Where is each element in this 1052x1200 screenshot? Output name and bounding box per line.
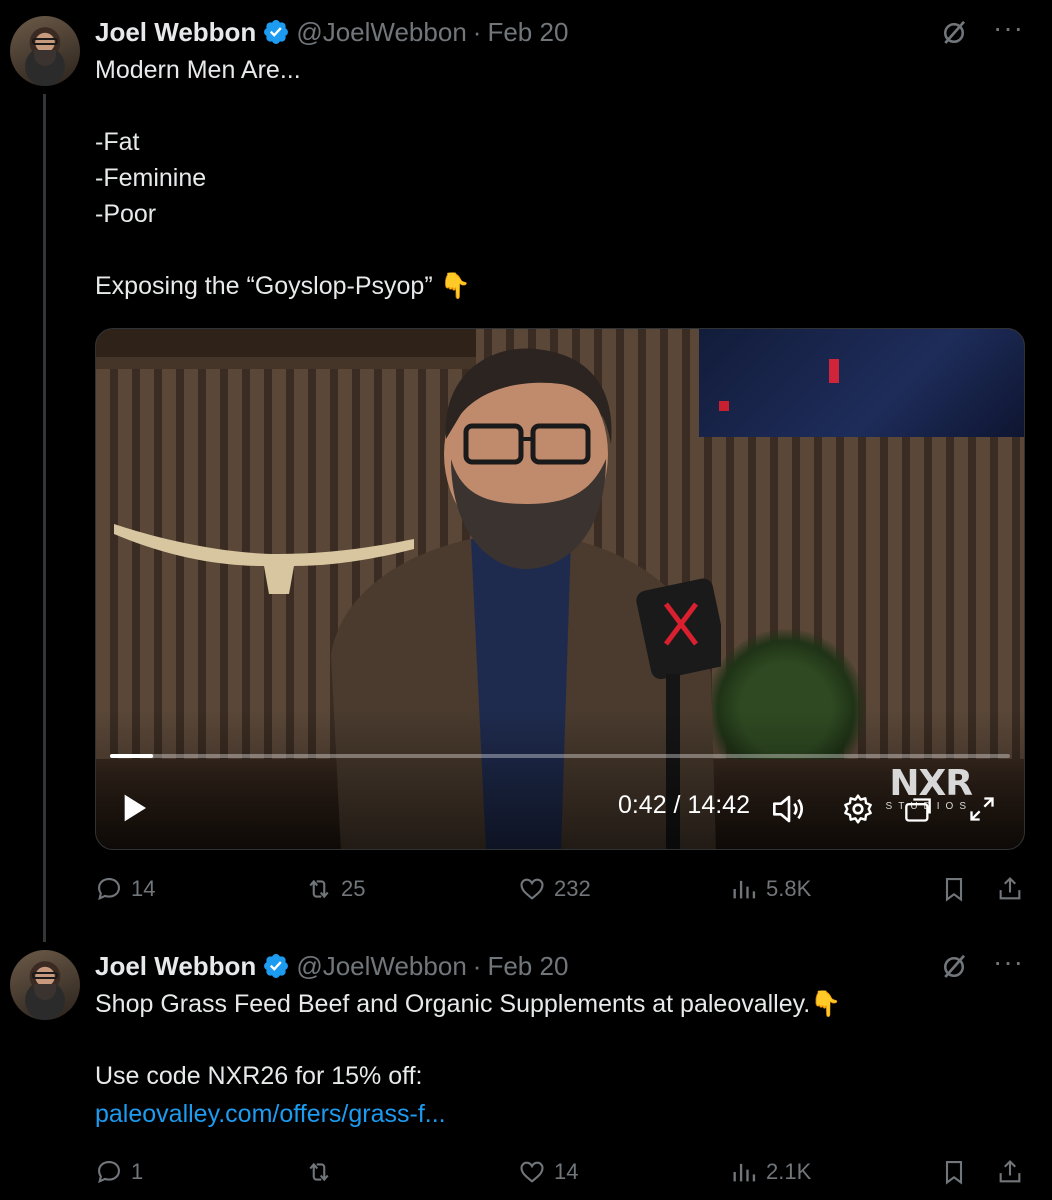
like-icon bbox=[520, 878, 544, 900]
play-icon[interactable] bbox=[118, 791, 150, 825]
verified-badge-icon bbox=[264, 954, 289, 978]
tweet-link[interactable]: paleovalley.com/offers/grass-f... bbox=[95, 1096, 1024, 1132]
separator-dot: · bbox=[472, 950, 482, 981]
verified-badge-icon bbox=[264, 20, 289, 44]
views-count: 2.1K bbox=[766, 1159, 812, 1184]
share-button[interactable] bbox=[996, 1158, 1024, 1186]
like-button[interactable]: 14 bbox=[518, 1158, 578, 1186]
tweet-body: Joel Webbon @JoelWebbon · Feb 20 ··· Sho… bbox=[95, 948, 1024, 1132]
bookmark-button[interactable] bbox=[940, 1158, 968, 1186]
tweet-text: Shop Grass Feed Beef and Organic Supplem… bbox=[95, 990, 842, 1090]
reply-icon bbox=[98, 1161, 120, 1184]
like-icon bbox=[520, 1161, 544, 1183]
like-count: 232 bbox=[554, 876, 591, 901]
video-player[interactable]: 0:42 / 14:42 NXR STUDIOS bbox=[95, 328, 1025, 850]
reply-count: 14 bbox=[131, 876, 156, 901]
fullscreen-icon[interactable] bbox=[968, 795, 996, 823]
screen-light bbox=[829, 359, 839, 383]
grok-icon[interactable] bbox=[939, 952, 969, 982]
more-icon[interactable]: ··· bbox=[993, 14, 1024, 42]
author-name[interactable]: Joel Webbon bbox=[95, 951, 256, 982]
retweet-icon bbox=[309, 1162, 329, 1182]
author-handle[interactable]: @JoelWebbon bbox=[296, 951, 466, 982]
views-button[interactable]: 2.1K bbox=[730, 1158, 811, 1186]
views-icon bbox=[733, 880, 756, 899]
bookmark-icon bbox=[945, 1161, 963, 1185]
author-handle[interactable]: @JoelWebbon bbox=[296, 17, 466, 48]
avatar[interactable] bbox=[10, 16, 80, 86]
retweet-button[interactable] bbox=[305, 1158, 341, 1186]
reply-count: 1 bbox=[131, 1159, 144, 1184]
tweet-body: Joel Webbon @JoelWebbon · Feb 20 ··· Mod… bbox=[95, 14, 1024, 304]
avatar-glasses bbox=[32, 972, 58, 979]
reply-button[interactable]: 1 bbox=[95, 1158, 143, 1186]
picture-in-picture-icon[interactable] bbox=[904, 797, 932, 823]
tweet-actions: 14 25 232 5.8K bbox=[95, 869, 1024, 909]
more-icon[interactable]: ··· bbox=[993, 948, 1024, 976]
tweet-header-actions: ··· bbox=[939, 14, 1024, 48]
avatar-beard bbox=[34, 984, 56, 1000]
tweet-text: Modern Men Are... -Fat -Feminine -Poor E… bbox=[95, 56, 471, 300]
views-button[interactable]: 5.8K bbox=[730, 875, 811, 903]
bookmark-button[interactable] bbox=[940, 875, 968, 903]
tweet[interactable]: Joel Webbon @JoelWebbon · Feb 20 ··· Sho… bbox=[0, 940, 1052, 1200]
video-progress-fill bbox=[110, 754, 154, 758]
avatar-glasses bbox=[32, 38, 58, 45]
volume-icon[interactable] bbox=[770, 793, 808, 825]
tweet-header: Joel Webbon @JoelWebbon · Feb 20 bbox=[95, 948, 1024, 984]
retweet-button[interactable]: 25 bbox=[305, 875, 365, 903]
reply-icon bbox=[98, 878, 120, 901]
tweet-actions: 1 14 2.1K bbox=[95, 1152, 1024, 1192]
reply-button[interactable]: 14 bbox=[95, 875, 155, 903]
tweet-date[interactable]: Feb 20 bbox=[487, 17, 568, 48]
like-button[interactable]: 232 bbox=[518, 875, 591, 903]
avatar-beard bbox=[34, 50, 56, 66]
tweet[interactable]: Joel Webbon @JoelWebbon · Feb 20 ··· Mod… bbox=[0, 0, 1052, 942]
settings-gear-icon[interactable] bbox=[842, 793, 874, 825]
tweet-header: Joel Webbon @JoelWebbon · Feb 20 bbox=[95, 14, 1024, 50]
bookmark-icon bbox=[945, 878, 963, 902]
share-button[interactable] bbox=[996, 875, 1024, 903]
video-frame-screen bbox=[699, 329, 1024, 437]
share-icon bbox=[999, 1160, 1021, 1183]
thread-connector-line bbox=[43, 94, 46, 942]
video-progress-bar[interactable] bbox=[110, 754, 1010, 758]
retweet-icon bbox=[309, 879, 329, 899]
retweet-count: 25 bbox=[341, 876, 366, 901]
avatar[interactable] bbox=[10, 950, 80, 1020]
video-controls-shade bbox=[96, 709, 1024, 849]
grok-icon[interactable] bbox=[939, 18, 969, 48]
video-time: 0:42 / 14:42 bbox=[617, 791, 750, 819]
tweet-header-actions: ··· bbox=[939, 948, 1024, 982]
views-count: 5.8K bbox=[766, 876, 812, 901]
separator-dot: · bbox=[472, 16, 482, 47]
tweet-date[interactable]: Feb 20 bbox=[487, 951, 568, 982]
views-icon bbox=[733, 1163, 756, 1182]
share-icon bbox=[999, 877, 1021, 900]
like-count: 14 bbox=[554, 1159, 579, 1184]
author-name[interactable]: Joel Webbon bbox=[95, 17, 256, 48]
